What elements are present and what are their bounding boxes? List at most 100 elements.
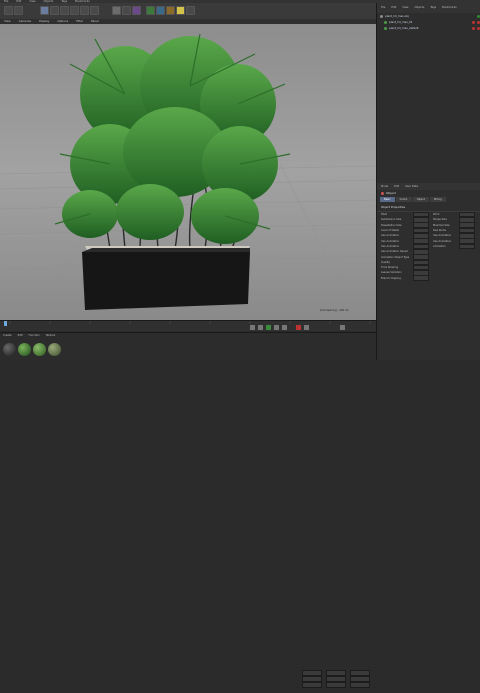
y-axis-icon[interactable] (80, 6, 89, 15)
tab-coord[interactable]: Coord. (395, 197, 412, 202)
mat-menu-edit[interactable]: Edit (18, 334, 23, 337)
keyframe-icon[interactable] (304, 325, 309, 330)
property-label: Use Animation (381, 234, 400, 238)
property-label: Use Animation (381, 244, 400, 248)
property-list: Fillet Wind Subdivision Size Shape Size Tess… (377, 211, 480, 282)
property-label: Use Animation Speed (381, 250, 408, 254)
object-properties-section: Object Properties (377, 203, 480, 212)
material-manager: Create Edit Function Texture (0, 332, 376, 688)
record-icon[interactable] (296, 325, 301, 330)
attribute-title-text: Object (386, 191, 396, 195)
cube-icon[interactable] (146, 6, 155, 15)
property-row: Branch Clipping (377, 275, 480, 282)
planter-rim (82, 248, 250, 252)
om-menu-file[interactable]: File (381, 4, 385, 12)
property-label: Wind (433, 213, 440, 217)
property-label: Quality (381, 260, 390, 264)
coordinate-manager (298, 667, 376, 693)
scale-tool-icon[interactable] (50, 6, 59, 15)
material-swatch[interactable] (18, 343, 31, 356)
material-menubar: Create Edit Function Texture (0, 333, 376, 338)
rotation-b-field[interactable] (350, 682, 370, 688)
property-label: Use Animation (381, 239, 400, 243)
null-object-icon (380, 14, 383, 18)
property-label: Animation (433, 244, 446, 248)
plant-foliage (62, 36, 278, 244)
render-view-icon[interactable] (112, 6, 121, 15)
tab-phong[interactable]: Phong (429, 197, 446, 202)
property-label: Shape Size (433, 218, 447, 222)
play-icon[interactable] (266, 325, 271, 330)
om-menu-tags[interactable]: Tags (430, 4, 436, 12)
material-swatch[interactable] (48, 343, 61, 356)
property-label: Size Roots (433, 229, 446, 233)
go-to-end-icon[interactable] (282, 325, 287, 330)
property-label: Leaves Variation (381, 271, 402, 275)
om-menu-edit[interactable]: Edit (391, 4, 396, 12)
property-label: Level of Detail (381, 229, 399, 233)
object-name: plant_hd_max.obj (385, 14, 409, 18)
subdivision-icon[interactable] (166, 6, 175, 15)
move-tool-icon[interactable] (40, 6, 49, 15)
rotate-tool-icon[interactable] (60, 6, 69, 15)
next-frame-icon[interactable] (274, 325, 279, 330)
material-tag-icon[interactable] (472, 20, 475, 24)
main-toolbar (0, 3, 378, 20)
property-label: Branch Clipping (381, 276, 401, 280)
property-label: Fillet (381, 213, 387, 217)
mat-menu-texture[interactable]: Texture (46, 334, 56, 337)
object-name: plant_hd_max_01 (389, 20, 413, 24)
om-menu-view[interactable]: View (402, 4, 408, 12)
render-settings-icon[interactable] (132, 6, 141, 15)
x-axis-icon[interactable] (70, 6, 79, 15)
property-label: Time Shading (381, 266, 399, 270)
viewport-grid-status: Grid Spacing : 100 cm (320, 309, 349, 312)
property-value-field[interactable] (413, 275, 429, 282)
property-label: Animation Object Type (381, 255, 410, 259)
light-icon[interactable] (176, 6, 185, 15)
om-menu-bookmarks[interactable]: Bookmarks (442, 4, 457, 12)
material-swatch[interactable] (3, 343, 16, 356)
attribute-menubar: Mode Edit User Data (377, 183, 480, 190)
object-name: plant_hd_max_default (389, 26, 419, 30)
attribute-tabs: Basic Coord. Object Phong (377, 196, 480, 203)
property-label: Use Animation (433, 239, 452, 243)
attribute-manager: Mode Edit User Data Object Basic Coord. … (377, 183, 480, 360)
plant-scene (0, 24, 376, 320)
object-row[interactable]: plant_hd_max_default (377, 25, 480, 31)
right-panel: File Edit View Objects Tags Bookmarks pl… (376, 3, 480, 360)
property-label: Maximal Size (433, 223, 450, 227)
polygon-object-icon (384, 20, 387, 24)
attr-menu-mode[interactable]: Mode (381, 183, 388, 190)
om-menu-objects[interactable]: Objects (415, 4, 425, 12)
redo-icon[interactable] (14, 6, 23, 15)
property-label: Subdivision Size (381, 218, 402, 222)
object-manager-menubar: File Edit View Objects Tags Bookmarks (377, 3, 480, 13)
attr-menu-edit[interactable]: Edit (394, 183, 399, 190)
3d-viewport[interactable]: View Cameras Display Options Filter Pane… (0, 19, 376, 320)
position-z-field[interactable] (302, 682, 322, 688)
tab-object[interactable]: Object (412, 197, 429, 202)
camera-icon[interactable] (186, 6, 195, 15)
pen-icon[interactable] (156, 6, 165, 15)
render-icon[interactable] (122, 6, 131, 15)
polygon-object-icon (384, 26, 387, 30)
playback-controls (0, 324, 376, 332)
timeline-settings-icon[interactable] (340, 325, 345, 330)
mat-menu-function[interactable]: Function (29, 334, 40, 337)
mat-menu-create[interactable]: Create (3, 334, 12, 337)
property-label: Use Animation (433, 234, 452, 238)
z-axis-icon[interactable] (90, 6, 99, 15)
previous-frame-icon[interactable] (258, 325, 263, 330)
material-tag-icon[interactable] (472, 26, 475, 30)
planter-box (82, 252, 250, 310)
property-label: Tessellation Size (381, 223, 402, 227)
go-to-start-icon[interactable] (250, 325, 255, 330)
tab-basic[interactable]: Basic (380, 197, 395, 202)
attr-menu-userdata[interactable]: User Data (405, 183, 418, 190)
size-z-field[interactable] (326, 682, 346, 688)
object-type-icon (381, 191, 384, 195)
material-swatch[interactable] (33, 343, 46, 356)
property-value-field[interactable] (459, 243, 475, 250)
undo-icon[interactable] (4, 6, 13, 15)
